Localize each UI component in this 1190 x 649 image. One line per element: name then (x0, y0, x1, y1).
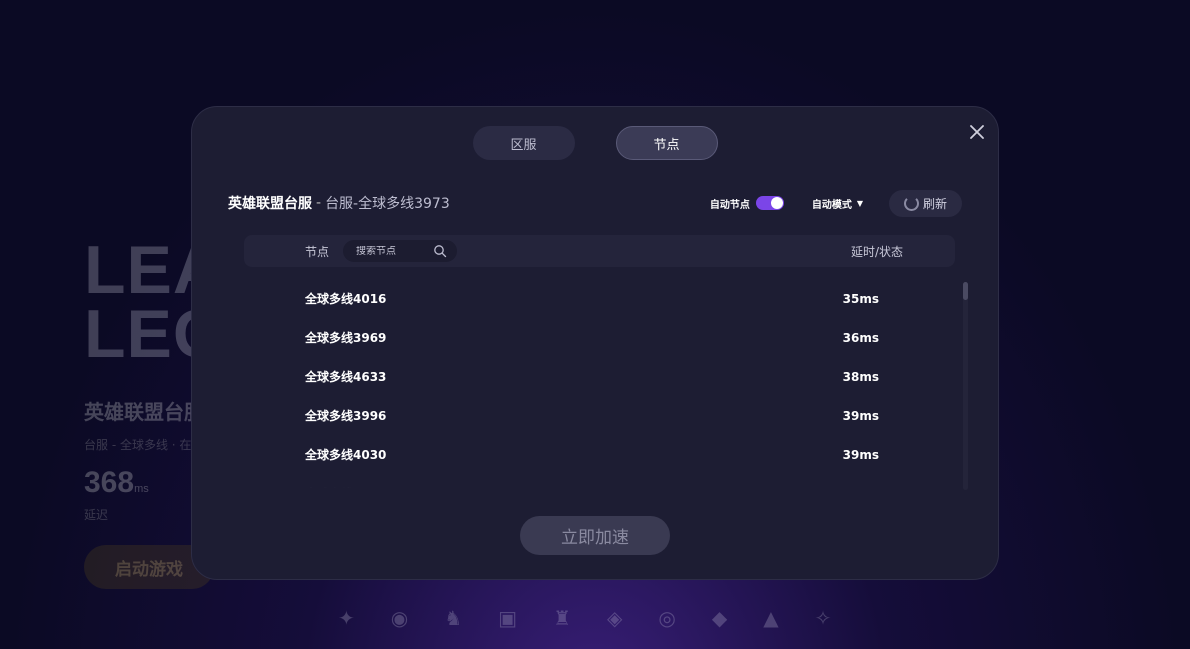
bg-stat-latency: 368ms (84, 466, 149, 499)
node-name: 全球多线3969 (305, 331, 387, 345)
accelerate-button[interactable]: 立即加速 (520, 516, 670, 555)
server-header: 英雄联盟台服 - 台服-全球多线3973 自动节点 自动模式 ▼ 刷新 (228, 189, 962, 217)
node-list: 全球多线4016 35ms 全球多线3969 36ms 全球多线4633 38m… (244, 279, 955, 493)
modal-tabs: 区服 节点 (192, 126, 998, 160)
tab-node[interactable]: 节点 (615, 126, 718, 160)
node-latency: 35ms (842, 291, 879, 306)
node-row[interactable]: 全球多线4633 38ms (244, 357, 955, 396)
tab-region[interactable]: 区服 (472, 126, 575, 160)
search-box[interactable] (343, 240, 458, 262)
node-name: 全球多线3996 (305, 409, 387, 423)
search-icon[interactable] (433, 244, 447, 258)
loading-spinner-icon (903, 195, 919, 211)
game-icon: ◆ (711, 606, 728, 630)
auto-node-label: 自动节点 (709, 199, 750, 211)
game-name: 英雄联盟台服 (228, 196, 312, 212)
node-name: 全球多线4016 (305, 292, 387, 306)
auto-node-toggle[interactable] (755, 196, 784, 210)
node-name: 全球多线4031 (305, 485, 386, 493)
node-name: 全球多线4633 (305, 370, 387, 384)
node-row[interactable]: 全球多线3969 36ms (244, 318, 955, 357)
game-icon: ◎ (658, 606, 676, 630)
node-row[interactable]: 全球多线4030 39ms (244, 435, 955, 474)
node-latency: 36ms (842, 330, 879, 345)
node-latency: 39ms (842, 408, 879, 423)
game-icon: ▣ (498, 606, 518, 630)
server-name: 台服-全球多线3973 (325, 196, 450, 212)
node-latency: 38ms (842, 369, 879, 384)
node-row[interactable]: 全球多线4031 41ms (244, 474, 955, 494)
bg-stat-label: 延迟 (84, 508, 109, 522)
column-header-node: 节点 (305, 244, 330, 259)
search-input[interactable] (356, 245, 437, 257)
separator: - (316, 195, 322, 211)
game-icon-bar: ✦ ◉ ♞ ▣ ♜ ◈ ◎ ◆ ▲ ✧ (338, 606, 831, 630)
game-icon: ♞ (444, 606, 463, 630)
game-icon: ✧ (814, 606, 832, 630)
bg-game-title: 英雄联盟台服 (84, 400, 204, 424)
column-header-latency: 延时/状态 (850, 244, 903, 259)
scrollbar-thumb[interactable] (963, 282, 968, 300)
node-row[interactable]: 全球多线4016 35ms (244, 279, 955, 318)
game-icon: ▲ (763, 606, 779, 630)
refresh-button[interactable]: 刷新 (889, 189, 962, 217)
bg-game-subtitle: 台服 - 全球多线 · 在线 (84, 438, 204, 452)
game-icon: ◈ (607, 606, 623, 630)
game-icon: ✦ (338, 606, 355, 630)
table-header: 节点 延时/状态 (244, 235, 955, 267)
game-icon: ◉ (390, 606, 409, 630)
refresh-label: 刷新 (922, 196, 947, 211)
node-name: 全球多线4030 (305, 448, 387, 462)
node-row[interactable]: 全球多线3996 39ms (244, 396, 955, 435)
scrollbar[interactable] (963, 282, 968, 490)
game-icon: ♜ (553, 606, 571, 630)
mode-dropdown[interactable]: 自动模式 ▼ (812, 196, 863, 211)
node-select-modal: 区服 节点 英雄联盟台服 - 台服-全球多线3973 自动节点 自动模式 ▼ 刷… (191, 106, 999, 580)
caret-down-icon: ▼ (856, 198, 863, 208)
header-controls: 自动节点 自动模式 ▼ 刷新 (709, 189, 962, 217)
mode-label: 自动模式 (811, 199, 852, 211)
node-latency: 39ms (842, 447, 879, 462)
node-latency: 41ms (843, 487, 879, 494)
toggle-knob (770, 197, 783, 209)
